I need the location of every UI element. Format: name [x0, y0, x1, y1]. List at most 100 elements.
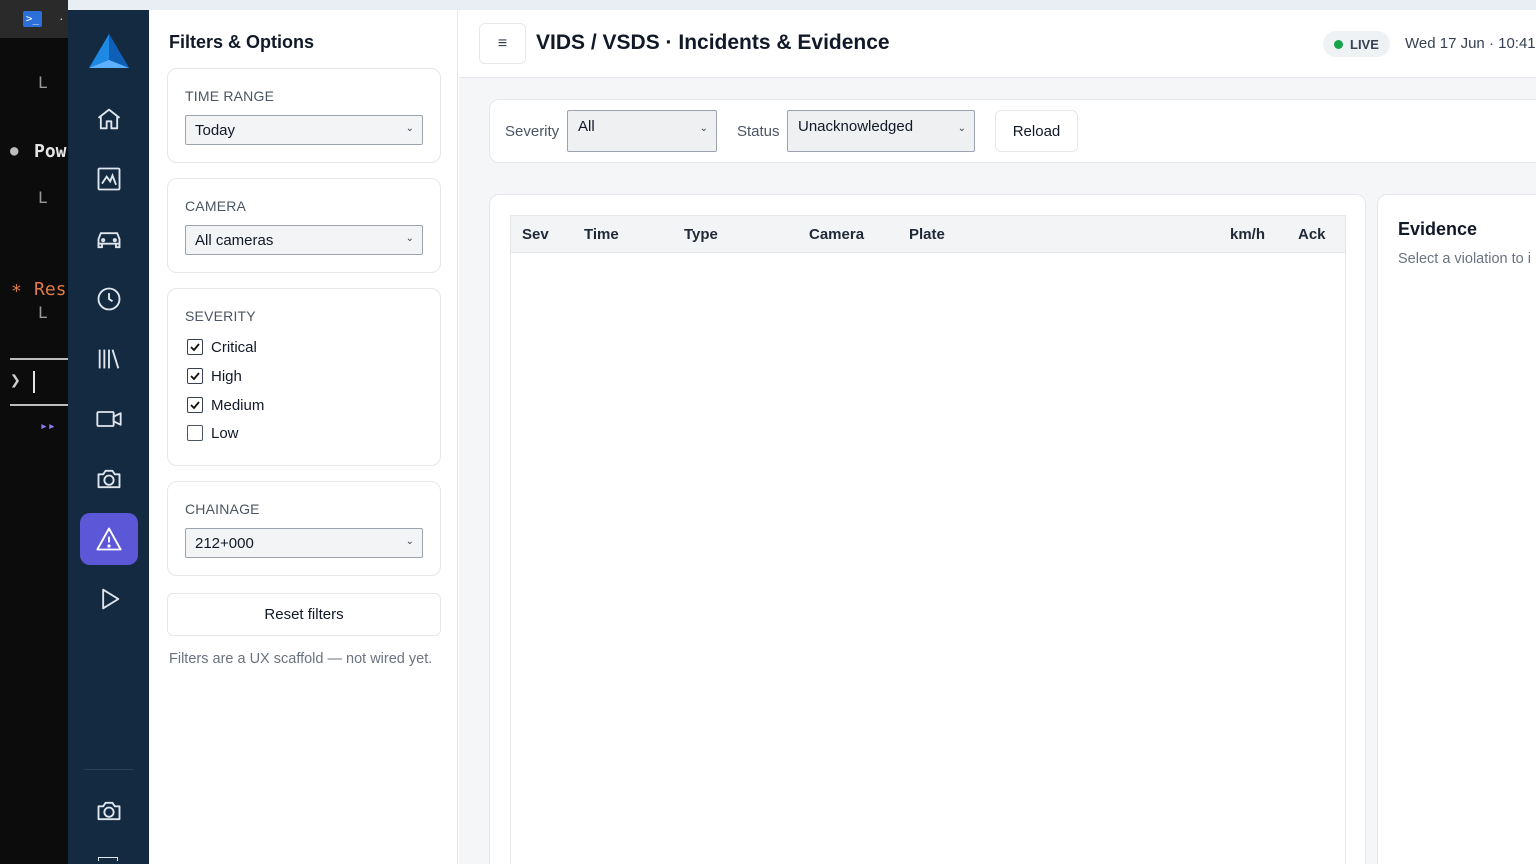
chainage-select[interactable]: 212+000 ⌄ [185, 528, 423, 558]
nav-video[interactable] [80, 393, 138, 445]
nav-bottom-camera[interactable] [80, 785, 138, 837]
time-range-value: Today [195, 122, 236, 139]
nav-analytics[interactable] [80, 153, 138, 205]
checkbox[interactable] [187, 368, 203, 384]
library-icon [98, 349, 120, 369]
severity-option-low[interactable]: Low [187, 423, 239, 443]
column-header-time[interactable]: Time [584, 226, 619, 243]
check-icon [190, 372, 200, 381]
nav-overflow-icon[interactable] [98, 857, 118, 861]
time-range-card: TIME RANGE Today ⌄ [167, 68, 441, 163]
severity-option-label: Medium [211, 396, 265, 414]
terminal-divider [10, 404, 68, 406]
play-icon [102, 588, 120, 610]
page-title: VIDS / VSDS · Incidents & Evidence [536, 31, 890, 54]
nav-library[interactable] [80, 333, 138, 385]
check-icon [190, 401, 200, 410]
camera-icon [97, 801, 121, 821]
incident-toolbar: Severity All ⌄ Status Unacknowledged ⌄ R… [489, 99, 1536, 163]
chainage-label: CHAINAGE [185, 501, 260, 517]
terminal-cursor[interactable] [33, 371, 35, 393]
chevron-down-icon: ⌄ [699, 123, 708, 134]
chevron-down-icon: ⌄ [405, 123, 414, 134]
severity-filter-label: Severity [505, 123, 560, 140]
column-header-plate[interactable]: Plate [909, 226, 945, 243]
terminal-line: L [38, 188, 48, 207]
time-range-label: TIME RANGE [185, 88, 275, 104]
severity-filter-value: All [578, 118, 595, 135]
severity-option-medium[interactable]: Medium [187, 395, 264, 415]
reload-button[interactable]: Reload [995, 110, 1078, 152]
chevron-down-icon: ⌄ [405, 233, 414, 244]
status-filter-select[interactable]: Unacknowledged ⌄ [787, 110, 975, 152]
evidence-title: Evidence [1398, 219, 1478, 239]
menu-button[interactable]: ≡ [479, 23, 526, 64]
filters-note: Filters are a UX scaffold — not wired ye… [169, 651, 433, 667]
checkbox[interactable] [187, 339, 203, 355]
nav-home[interactable] [80, 93, 138, 145]
terminal-status: ▸▸ [40, 419, 56, 434]
column-header-camera[interactable]: Camera [809, 226, 864, 243]
clock: Wed 17 Jun · 10:41:2 [1405, 35, 1536, 52]
severity-card: SEVERITY Critical High Medium Low [167, 288, 441, 466]
chart-icon [97, 167, 121, 191]
nav-snapshots[interactable] [80, 453, 138, 505]
nav-divider [84, 769, 134, 770]
clock-icon [97, 287, 121, 311]
camera-label: CAMERA [185, 198, 247, 214]
camera-icon [97, 469, 121, 489]
filters-title: Filters & Options [169, 32, 315, 52]
status-filter-label: Status [737, 123, 780, 140]
alert-icon [96, 527, 122, 551]
nav-incidents[interactable] [80, 513, 138, 565]
home-icon [97, 108, 121, 130]
nav-playback[interactable] [80, 573, 138, 625]
evidence-panel: Evidence Select a violation to i [1377, 194, 1536, 864]
chevron-down-icon: ⌄ [405, 536, 414, 547]
chainage-value: 212+000 [195, 535, 254, 552]
terminal-line: L [38, 303, 48, 322]
chainage-card: CHAINAGE 212+000 ⌄ [167, 481, 441, 576]
powershell-icon: >_ [23, 11, 42, 27]
nav-history[interactable] [80, 273, 138, 325]
terminal-line: Res [34, 279, 67, 300]
window-top-stripe [68, 0, 1536, 10]
nav-vehicles[interactable] [80, 213, 138, 265]
camera-select[interactable]: All cameras ⌄ [185, 225, 423, 255]
camera-value: All cameras [195, 232, 274, 249]
severity-option-critical[interactable]: Critical [187, 337, 257, 357]
checkbox[interactable] [187, 397, 203, 413]
severity-option-label: Low [211, 424, 239, 442]
terminal-window: >_ · L ● Pow L * Res L ❯ ▸▸ [0, 0, 68, 864]
terminal-divider [10, 358, 68, 360]
tab-dot: · [59, 10, 64, 26]
incidents-table-card: Sev Time Type Camera Plate km/h Ack [489, 194, 1366, 864]
chevron-down-icon: ⌄ [957, 123, 966, 134]
menu-icon: ≡ [497, 34, 508, 52]
column-header-speed[interactable]: km/h [1230, 226, 1265, 243]
camera-card: CAMERA All cameras ⌄ [167, 178, 441, 273]
terminal-bullet: ● [10, 143, 19, 159]
severity-filter-select[interactable]: All ⌄ [567, 110, 717, 152]
evidence-hint: Select a violation to i [1398, 251, 1531, 267]
app-header: ≡ VIDS / VSDS · Incidents & Evidence LIV… [459, 10, 1536, 78]
time-range-select[interactable]: Today ⌄ [185, 115, 423, 145]
live-badge: LIVE [1323, 31, 1390, 57]
checkbox[interactable] [187, 425, 203, 441]
column-header-type[interactable]: Type [684, 226, 718, 243]
severity-option-high[interactable]: High [187, 366, 242, 386]
live-label: LIVE [1350, 36, 1379, 52]
terminal-line: Pow [34, 141, 67, 162]
terminal-star: * [11, 281, 22, 302]
filters-panel: Filters & Options TIME RANGE Today ⌄ CAM… [149, 10, 458, 864]
incidents-table: Sev Time Type Camera Plate km/h Ack [510, 215, 1346, 864]
severity-option-label: High [211, 367, 242, 385]
column-header-sev[interactable]: Sev [522, 226, 549, 243]
terminal-tab[interactable]: >_ · [0, 0, 68, 38]
app-logo[interactable] [87, 32, 131, 72]
reset-filters-button[interactable]: Reset filters [167, 593, 441, 636]
severity-option-label: Critical [211, 338, 257, 356]
column-header-ack[interactable]: Ack [1298, 226, 1326, 243]
live-dot-icon [1334, 39, 1343, 49]
main-content: ≡ VIDS / VSDS · Incidents & Evidence LIV… [459, 10, 1536, 864]
